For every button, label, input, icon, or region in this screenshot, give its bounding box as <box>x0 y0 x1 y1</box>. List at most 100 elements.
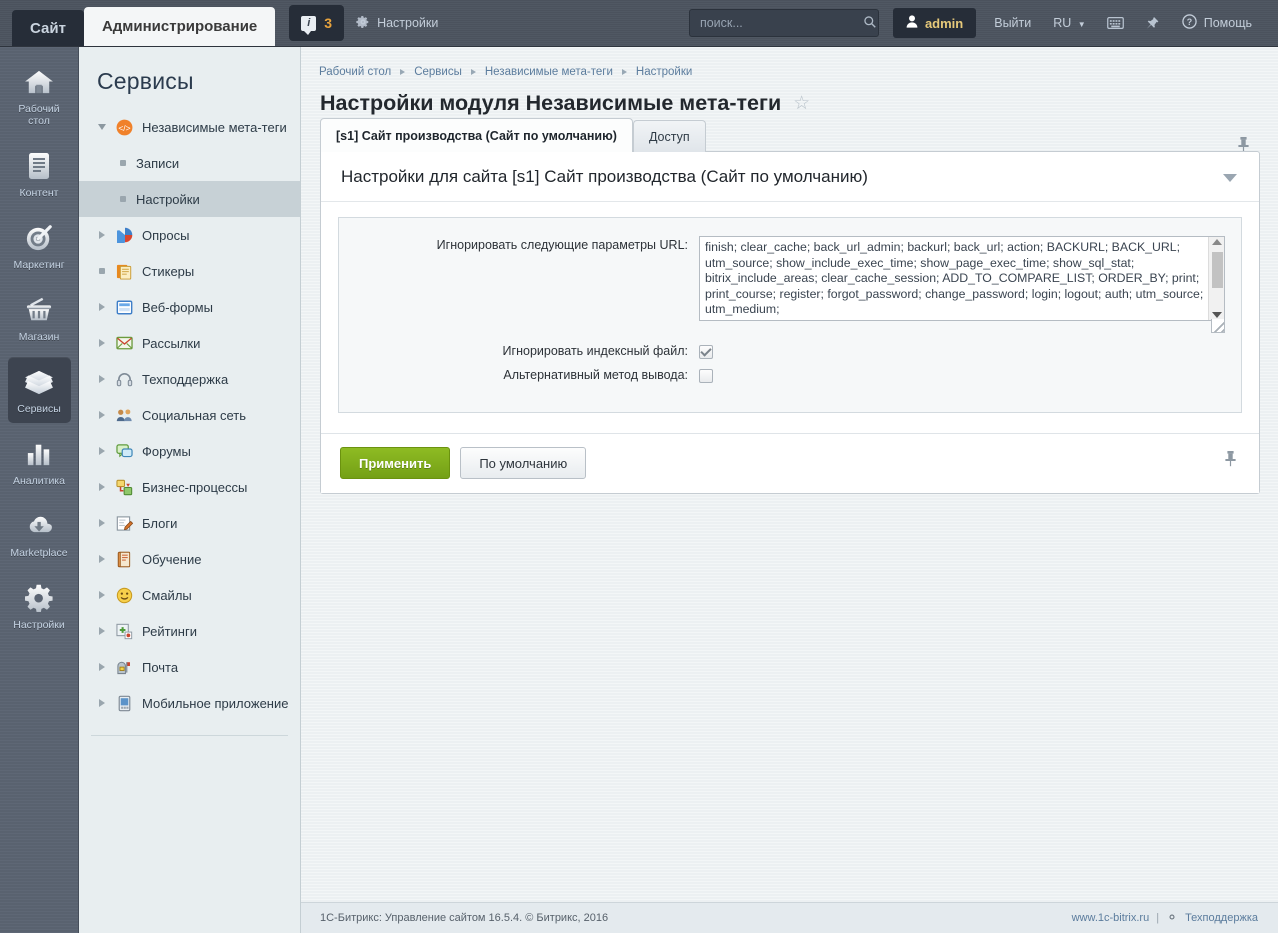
tab-2[interactable]: Доступ <box>632 120 706 152</box>
menu-item-10[interactable]: Форумы <box>79 433 300 469</box>
rail-item-4[interactable]: Магазин <box>8 285 71 351</box>
chevron-right-icon[interactable] <box>96 699 107 707</box>
rail-item-3[interactable]: Маркетинг <box>8 213 71 279</box>
scrollbar-thumb[interactable] <box>1212 252 1223 288</box>
menu-item-6[interactable]: Веб-формы <box>79 289 300 325</box>
user-menu-button[interactable]: admin <box>892 8 977 38</box>
menu-item-2[interactable]: Записи <box>79 145 300 181</box>
search-box[interactable] <box>688 9 879 37</box>
svg-text:</>: </> <box>118 122 130 132</box>
alt-output-control <box>699 368 1241 384</box>
breadcrumb-item-4[interactable]: Настройки <box>636 66 692 78</box>
target-icon <box>22 222 56 254</box>
apply-button[interactable]: Применить <box>340 447 451 480</box>
chevron-right-icon[interactable] <box>96 591 107 599</box>
menu-item-3[interactable]: Настройки <box>79 181 300 217</box>
footer-site-link[interactable]: www.1c-bitrix.ru <box>1072 912 1150 924</box>
scroll-up-icon[interactable] <box>1212 239 1222 245</box>
menu-item-9[interactable]: Социальная сеть <box>79 397 300 433</box>
tabs-container: [s1] Сайт производства (Сайт по умолчани… <box>301 116 1278 153</box>
chevron-right-icon[interactable] <box>96 411 107 419</box>
rail-item-7[interactable]: Marketplace <box>8 501 71 567</box>
ignore-index-checkbox[interactable] <box>699 344 713 359</box>
menu-item-7[interactable]: Рассылки <box>79 325 300 361</box>
bullet-icon[interactable] <box>117 196 128 202</box>
card-heading: Настройки для сайта [s1] Сайт производст… <box>341 167 868 186</box>
tab-1[interactable]: [s1] Сайт производства (Сайт по умолчани… <box>320 118 633 152</box>
alt-output-checkbox[interactable] <box>699 369 713 384</box>
home-icon <box>22 66 56 98</box>
chevron-right-icon[interactable] <box>96 483 107 491</box>
menu-item-label: Почта <box>142 659 179 675</box>
notifications-chip[interactable]: i 3 <box>289 5 345 41</box>
menu-divider <box>91 735 288 736</box>
tab-site[interactable]: Сайт <box>12 10 84 46</box>
menu-item-label: Опросы <box>142 227 190 243</box>
chevron-right-icon[interactable] <box>96 339 107 347</box>
chevron-right-icon[interactable] <box>96 519 107 527</box>
textarea-resize-handle[interactable] <box>1211 319 1225 333</box>
menu-item-12[interactable]: Блоги <box>79 505 300 541</box>
breadcrumb-item-2[interactable]: Сервисы <box>414 66 462 78</box>
breadcrumb-item-1[interactable]: Рабочий стол <box>319 66 391 78</box>
favorite-star-icon[interactable]: ☆ <box>793 94 810 113</box>
search-icon[interactable] <box>863 15 877 32</box>
menu-item-17[interactable]: Мобильное приложение <box>79 685 300 721</box>
chat-bubbles-icon <box>115 442 134 461</box>
chevron-right-icon[interactable] <box>96 375 107 383</box>
menu-list: </> Независимые мета-теги Записи Настройки О… <box>79 109 300 721</box>
bullet-icon[interactable] <box>117 160 128 166</box>
tab-administration[interactable]: Администрирование <box>83 7 276 46</box>
form-button-bar: Применить По умолчанию <box>321 433 1259 494</box>
search-input[interactable] <box>697 15 863 31</box>
rail-item-1[interactable]: Рабочий стол <box>8 57 71 135</box>
logout-link[interactable]: Выйти <box>984 16 1041 30</box>
menu-item-14[interactable]: Смайлы <box>79 577 300 613</box>
default-button[interactable]: По умолчанию <box>460 447 587 480</box>
textarea-scrollbar[interactable] <box>1208 237 1224 320</box>
tab-bar: [s1] Сайт производства (Сайт по умолчани… <box>301 116 1278 152</box>
menu-item-1[interactable]: </> Независимые мета-теги <box>79 109 300 145</box>
chevron-right-icon[interactable] <box>96 627 107 635</box>
menu-item-4[interactable]: Опросы <box>79 217 300 253</box>
web-form-icon <box>115 298 134 317</box>
menu-item-16[interactable]: Почта <box>79 649 300 685</box>
footer-support-link[interactable]: Техподдержка <box>1185 912 1258 924</box>
collapse-caret-icon[interactable] <box>1223 167 1237 187</box>
rail-item-6[interactable]: Аналитика <box>8 429 71 495</box>
rail-item-5[interactable]: Сервисы <box>7 357 71 423</box>
chevron-right-icon[interactable] <box>96 555 107 563</box>
menu-item-15[interactable]: Рейтинги <box>79 613 300 649</box>
scroll-down-icon[interactable] <box>1212 312 1222 318</box>
chevron-right-icon[interactable] <box>96 447 107 455</box>
menu-item-5[interactable]: Стикеры <box>79 253 300 289</box>
page-header: Настройки модуля Независимые мета-теги ☆ <box>301 78 1278 116</box>
pin-panel-bottom-icon[interactable] <box>1224 450 1237 470</box>
chevron-right-icon[interactable] <box>96 303 107 311</box>
top-bar: Сайт Администрирование i 3 Настройки adm… <box>0 0 1278 47</box>
chevron-right-icon[interactable] <box>96 663 107 671</box>
url-params-textarea[interactable] <box>699 236 1225 321</box>
alt-output-label: Альтернативный метод вывода: <box>503 368 688 383</box>
help-link[interactable]: ? Помощь <box>1170 14 1264 32</box>
mobile-icon <box>115 694 134 713</box>
menu-item-13[interactable]: Обучение <box>79 541 300 577</box>
bullet-icon[interactable] <box>96 268 107 274</box>
pin-icon[interactable] <box>1135 16 1168 31</box>
language-selector[interactable]: RU ▼ <box>1043 16 1095 30</box>
footer-copyright: 1С-Битрикс: Управление сайтом 16.5.4. © … <box>320 912 609 924</box>
chevron-down-icon[interactable] <box>96 124 107 130</box>
ignore-index-control <box>699 343 1241 359</box>
keyboard-icon[interactable] <box>1098 16 1133 30</box>
rail-item-2[interactable]: Контент <box>8 141 71 207</box>
chevron-right-icon[interactable] <box>96 231 107 239</box>
footer-right: www.1c-bitrix.ru | Техподдержка <box>1072 911 1258 926</box>
menu-item-11[interactable]: Бизнес-процессы <box>79 469 300 505</box>
menu-item-label: Записи <box>136 155 180 171</box>
ignore-index-label: Игнорировать индексный файл: <box>502 343 688 358</box>
rail-item-8[interactable]: Настройки <box>8 573 71 639</box>
basket-icon <box>22 294 56 326</box>
breadcrumb-item-3[interactable]: Независимые мета-теги <box>485 66 613 78</box>
menu-item-8[interactable]: Техподдержка <box>79 361 300 397</box>
topbar-settings-link[interactable]: Настройки <box>344 0 450 46</box>
